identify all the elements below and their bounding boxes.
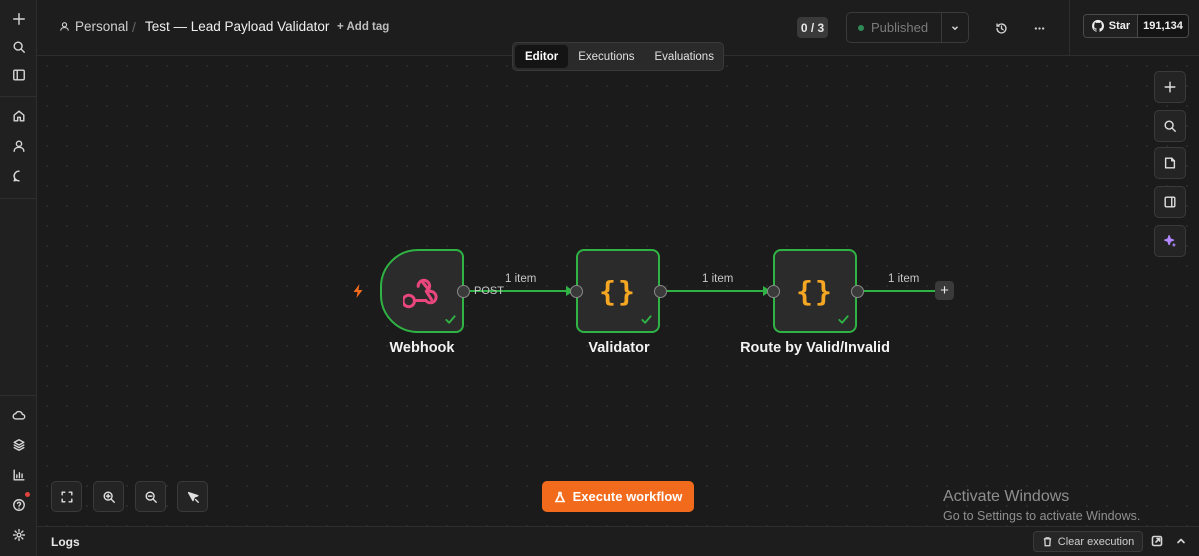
search-nodes-icon[interactable] — [1154, 110, 1186, 142]
execute-workflow-button[interactable]: Execute workflow — [542, 481, 694, 512]
breadcrumb-project[interactable]: Personal — [59, 19, 128, 34]
zoom-in-icon[interactable] — [93, 481, 124, 512]
notification-dot — [25, 492, 30, 497]
node-label-validator: Validator — [588, 340, 650, 356]
sidebar-toggle-icon[interactable] — [6, 62, 31, 87]
success-check-icon — [640, 313, 653, 326]
search-icon[interactable] — [6, 34, 31, 59]
sidebar-divider — [0, 96, 37, 97]
fit-view-icon[interactable] — [51, 481, 82, 512]
settings-icon[interactable] — [6, 522, 31, 547]
github-star-widget[interactable]: Star 191,134 — [1083, 14, 1189, 38]
logs-panel-bar[interactable]: Logs Clear execution — [37, 526, 1199, 556]
templates-icon[interactable] — [6, 432, 31, 457]
execute-workflow-label: Execute workflow — [572, 489, 683, 504]
node-validator[interactable]: {} — [576, 249, 660, 333]
output-handle[interactable] — [654, 285, 667, 298]
tab-editor[interactable]: Editor — [515, 45, 569, 68]
topbar-divider — [1069, 0, 1070, 56]
zoom-out-icon[interactable] — [135, 481, 166, 512]
publish-dropdown[interactable]: Published — [846, 12, 969, 43]
tab-executions[interactable]: Executions — [568, 45, 644, 68]
user-icon[interactable] — [6, 133, 31, 158]
clear-execution-button[interactable]: Clear execution — [1033, 531, 1143, 552]
input-handle[interactable] — [570, 285, 583, 298]
logs-title: Logs — [51, 535, 80, 549]
status-dot — [858, 24, 864, 31]
input-handle[interactable] — [767, 285, 780, 298]
connection-item-count: 1 item — [888, 273, 920, 285]
evaluation-counter-badge: 0 / 3 — [797, 17, 828, 38]
watermark-subtitle: Go to Settings to activate Windows. — [943, 509, 1141, 523]
trigger-bolt-icon — [351, 283, 365, 299]
breadcrumb-project-label: Personal — [75, 19, 129, 34]
github-icon — [1091, 19, 1104, 32]
flask-icon — [554, 491, 565, 502]
more-options-icon[interactable] — [1028, 17, 1050, 39]
node-label-webhook: Webhook — [389, 340, 455, 356]
published-button[interactable]: Published — [847, 13, 942, 42]
sticky-note-icon[interactable] — [1154, 147, 1186, 179]
node-label-route: Route by Valid/Invalid — [740, 340, 890, 356]
output-handle[interactable] — [851, 285, 864, 298]
node-webhook[interactable] — [380, 249, 464, 333]
connection-item-count: 1 item — [702, 273, 734, 285]
sidebar-divider — [0, 395, 37, 396]
code-braces-icon: {} — [796, 274, 834, 308]
success-check-icon — [444, 313, 457, 326]
watermark-title: Activate Windows — [943, 488, 1070, 505]
chevron-down-icon[interactable] — [942, 13, 968, 42]
cloud-icon[interactable] — [6, 402, 31, 427]
add-icon[interactable] — [6, 6, 31, 31]
trash-icon — [1043, 537, 1051, 547]
published-label: Published — [871, 20, 929, 35]
output-handle[interactable] — [457, 285, 470, 298]
sidebar-divider — [0, 198, 37, 199]
left-sidebar — [0, 0, 37, 556]
breadcrumb-separator: / — [132, 19, 136, 35]
connection-output-label: POST — [474, 285, 504, 297]
connection-item-count: 1 item — [505, 273, 537, 285]
code-braces-icon: {} — [599, 274, 637, 308]
workflow-title[interactable]: Test — Lead Payload Validator — [145, 19, 329, 34]
chevron-up-icon[interactable] — [1174, 534, 1188, 548]
add-node-icon[interactable] — [1154, 71, 1186, 103]
view-tabs: Editor Executions Evaluations — [512, 42, 724, 71]
add-tag-button[interactable]: + Add tag — [337, 21, 389, 33]
ai-assistant-icon[interactable] — [1154, 225, 1186, 257]
success-check-icon — [837, 313, 850, 326]
webhook-icon — [403, 278, 438, 309]
chat-icon[interactable] — [6, 163, 31, 188]
clear-execution-label: Clear execution — [1057, 535, 1135, 548]
github-star-count[interactable]: 191,134 — [1138, 15, 1188, 37]
pop-out-icon[interactable] — [1150, 534, 1164, 548]
panel-toggle-icon[interactable] — [1154, 186, 1186, 218]
home-icon[interactable] — [6, 103, 31, 128]
windows-activation-watermark: Activate Windows Go to Settings to activ… — [943, 488, 1140, 523]
history-icon[interactable] — [990, 17, 1012, 39]
node-route-by-valid[interactable]: {} — [773, 249, 857, 333]
tab-evaluations[interactable]: Evaluations — [645, 45, 724, 68]
tidy-up-icon[interactable] — [177, 481, 208, 512]
add-node-button[interactable]: + — [935, 281, 954, 300]
user-icon — [60, 22, 69, 31]
github-star-label: Star — [1108, 20, 1131, 32]
insights-icon[interactable] — [6, 462, 31, 487]
github-star-button[interactable]: Star — [1084, 15, 1138, 37]
